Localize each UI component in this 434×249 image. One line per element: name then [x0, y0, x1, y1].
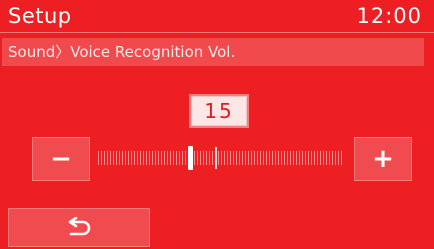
breadcrumb-label: Sound〉Voice Recognition Vol.	[8, 43, 236, 61]
default-level-marker	[215, 147, 217, 169]
return-arrow-icon	[68, 217, 91, 236]
setup-screen: Setup 12:00 Sound〉Voice Recognition Vol.…	[0, 0, 434, 249]
back-button[interactable]	[9, 209, 149, 246]
volume-value-display: 15	[191, 96, 247, 126]
volume-slider-thumb[interactable]	[188, 146, 193, 170]
page-title: Setup	[8, 4, 72, 28]
volume-increase-button[interactable]: +	[355, 138, 411, 180]
volume-slider[interactable]	[98, 146, 344, 170]
title-bar: Setup 12:00	[0, 0, 434, 33]
breadcrumb: Sound〉Voice Recognition Vol.	[2, 38, 424, 66]
clock: 12:00	[356, 4, 422, 28]
volume-decrease-button[interactable]: −	[33, 138, 89, 180]
